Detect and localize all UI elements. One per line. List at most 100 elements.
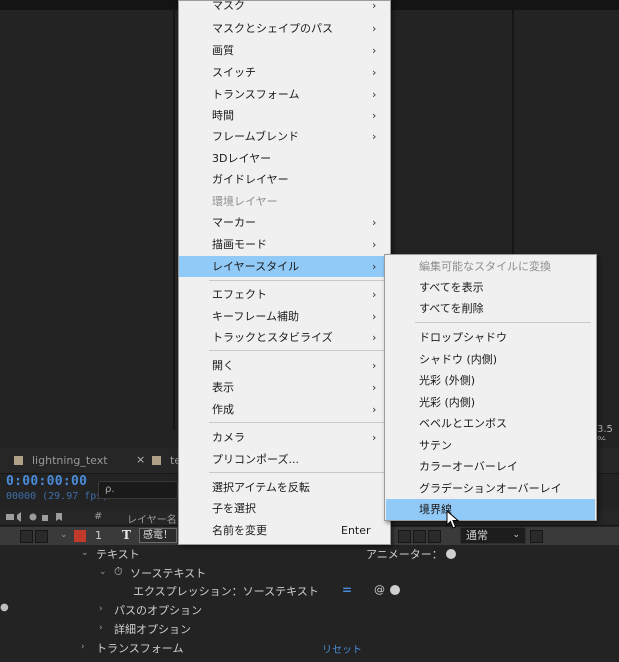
menu-item-create[interactable]: 作成 › bbox=[179, 399, 390, 420]
layer-search-input[interactable]: ρ. bbox=[98, 481, 178, 499]
video-switch[interactable] bbox=[20, 530, 33, 543]
audio-switch[interactable] bbox=[35, 530, 48, 543]
menu-item-layer-styles[interactable]: レイヤースタイル › bbox=[179, 256, 390, 277]
menu-item-label: マスクとシェイプのパス bbox=[212, 22, 333, 35]
submenu-item-stroke[interactable]: 境界線 bbox=[386, 499, 595, 520]
menu-item-label: すべてを削除 bbox=[419, 302, 484, 315]
menu-item-open[interactable]: 開く › bbox=[179, 355, 390, 376]
play-circle-icon[interactable] bbox=[446, 549, 457, 559]
submenu-item-show-all[interactable]: すべてを表示 bbox=[386, 277, 595, 298]
menu-item-invert-selection[interactable]: 選択アイテムを反転 bbox=[179, 477, 390, 498]
menu-item-switches[interactable]: スイッチ › bbox=[179, 62, 390, 83]
menu-item-label: 光彩 (内側) bbox=[419, 396, 476, 409]
menu-item-track-stabilize[interactable]: トラックとスタビライズ › bbox=[179, 327, 390, 348]
chevron-right-icon: › bbox=[372, 66, 377, 79]
menu-item-mask[interactable]: マスク › bbox=[179, 0, 390, 16]
tab-close-icon[interactable]: × bbox=[136, 453, 145, 466]
chevron-right-icon: › bbox=[372, 109, 377, 122]
menu-separator bbox=[209, 280, 387, 281]
label-color-swatch[interactable] bbox=[74, 530, 86, 542]
menu-item-label: プリコンポーズ... bbox=[212, 453, 299, 466]
menu-item-environment-layer: 環境レイヤー bbox=[179, 191, 390, 212]
submenu-item-drop-shadow[interactable]: ドロップシャドウ bbox=[386, 327, 595, 348]
menu-item-label: 光彩 (外側) bbox=[419, 374, 476, 387]
column-number: # bbox=[94, 511, 103, 522]
switch-box[interactable] bbox=[428, 530, 441, 543]
submenu-item-gradient-overlay[interactable]: グラデーションオーバーレイ bbox=[386, 478, 595, 499]
chevron-down-icon[interactable]: ⌄ bbox=[60, 530, 68, 540]
menu-item-effect[interactable]: エフェクト › bbox=[179, 284, 390, 305]
eye-icon[interactable]: ● bbox=[0, 602, 9, 613]
submenu-item-outer-glow[interactable]: 光彩 (外側) bbox=[386, 370, 595, 391]
menu-item-label: スイッチ bbox=[212, 66, 256, 79]
submenu-item-satin[interactable]: サテン bbox=[386, 435, 595, 456]
chevron-right-icon: › bbox=[372, 310, 377, 323]
chevron-down-icon[interactable]: ⌄ bbox=[99, 567, 107, 577]
tab-lightning-text[interactable]: lightning_text bbox=[14, 454, 108, 470]
menu-item-camera[interactable]: カメラ › bbox=[179, 427, 390, 448]
tab-text-comp[interactable]: te bbox=[152, 454, 181, 470]
menu-item-label: カメラ bbox=[212, 431, 245, 444]
submenu-item-inner-glow[interactable]: 光彩 (内側) bbox=[386, 392, 595, 413]
submenu-item-convert-editable: 編集可能なスタイルに変換 bbox=[386, 256, 595, 277]
track-matte-box[interactable] bbox=[530, 530, 543, 543]
chevron-right-icon: › bbox=[372, 431, 377, 444]
menu-item-label: マスク bbox=[212, 0, 245, 12]
menu-item-label: ドロップシャドウ bbox=[419, 331, 507, 344]
shortcut-label: Enter bbox=[341, 524, 371, 537]
panel-divider bbox=[173, 10, 175, 430]
menu-item-keyframe-assistant[interactable]: キーフレーム補助 › bbox=[179, 306, 390, 327]
menu-item-label: 作成 bbox=[212, 403, 234, 416]
menu-item-select-children[interactable]: 子を選択 bbox=[179, 498, 390, 519]
menu-item-pre-compose[interactable]: プリコンポーズ... bbox=[179, 449, 390, 470]
menu-item-reveal[interactable]: 表示 › bbox=[179, 377, 390, 398]
menu-item-label: 時間 bbox=[212, 109, 234, 122]
reset-link[interactable]: リセット bbox=[322, 641, 362, 656]
chevron-down-icon[interactable]: ⌄ bbox=[81, 548, 89, 558]
chevron-right-icon[interactable]: › bbox=[99, 604, 103, 614]
visibility-icons bbox=[4, 511, 64, 526]
chevron-right-icon[interactable]: › bbox=[99, 623, 103, 633]
property-transform: トランスフォーム bbox=[96, 642, 184, 655]
menu-item-marker[interactable]: マーカー › bbox=[179, 212, 390, 233]
menu-item-transform[interactable]: トランスフォーム › bbox=[179, 84, 390, 105]
menu-item-label: ベベルとエンボス bbox=[419, 417, 507, 430]
menu-item-time[interactable]: 時間 › bbox=[179, 105, 390, 126]
menu-item-guide-layer[interactable]: ガイドレイヤー bbox=[179, 169, 390, 190]
menu-item-mask-shape-path[interactable]: マスクとシェイプのパス › bbox=[179, 18, 390, 39]
menu-item-label: グラデーションオーバーレイ bbox=[419, 482, 562, 495]
switch-box[interactable] bbox=[398, 530, 411, 543]
column-layer-name[interactable]: レイヤー名 bbox=[127, 511, 177, 526]
pickwhip-icon[interactable]: @ bbox=[374, 583, 385, 596]
submenu-item-color-overlay[interactable]: カラーオーバーレイ bbox=[386, 456, 595, 477]
menu-item-blending-mode[interactable]: 描画モード › bbox=[179, 234, 390, 255]
menu-item-3d-layer[interactable]: 3Dレイヤー bbox=[179, 148, 390, 169]
layer-name[interactable]: 感電！ bbox=[139, 528, 177, 543]
chevron-right-icon[interactable]: › bbox=[81, 642, 85, 652]
property-expression: エクスプレッション：ソーステキスト bbox=[133, 585, 319, 598]
chevron-right-icon: › bbox=[372, 88, 377, 101]
text-layer-icon: T bbox=[122, 528, 131, 542]
menu-item-rename[interactable]: 名前を変更 Enter bbox=[179, 520, 390, 541]
menu-separator bbox=[415, 322, 591, 323]
chevron-right-icon: › bbox=[372, 0, 377, 12]
chevron-right-icon: › bbox=[372, 403, 377, 416]
stopwatch-icon[interactable]: ⏱ bbox=[114, 565, 123, 579]
chevron-right-icon: › bbox=[372, 331, 377, 344]
property-path-options: パスのオプション bbox=[114, 604, 202, 617]
expression-enable-toggle[interactable]: = bbox=[342, 583, 352, 597]
current-timecode[interactable]: 0:00:00:00 bbox=[6, 474, 87, 489]
menu-item-label: サテン bbox=[419, 439, 452, 452]
submenu-item-remove-all[interactable]: すべてを削除 bbox=[386, 298, 595, 319]
submenu-item-bevel-emboss[interactable]: ベベルとエンボス bbox=[386, 413, 595, 434]
menu-item-label: 3Dレイヤー bbox=[212, 152, 272, 165]
blend-mode-select[interactable]: 通常 ⌄ bbox=[460, 527, 526, 544]
chevron-right-icon: › bbox=[372, 22, 377, 35]
property-more-options: 詳細オプション bbox=[114, 623, 191, 636]
animator-menu[interactable]: アニメーター： bbox=[366, 546, 457, 562]
submenu-item-inner-shadow[interactable]: シャドウ (内側) bbox=[386, 349, 595, 370]
menu-item-quality[interactable]: 画質 › bbox=[179, 40, 390, 61]
menu-item-frame-blend[interactable]: フレームブレンド › bbox=[179, 126, 390, 147]
switch-box[interactable] bbox=[413, 530, 426, 543]
expression-language-menu-icon[interactable] bbox=[390, 585, 400, 595]
